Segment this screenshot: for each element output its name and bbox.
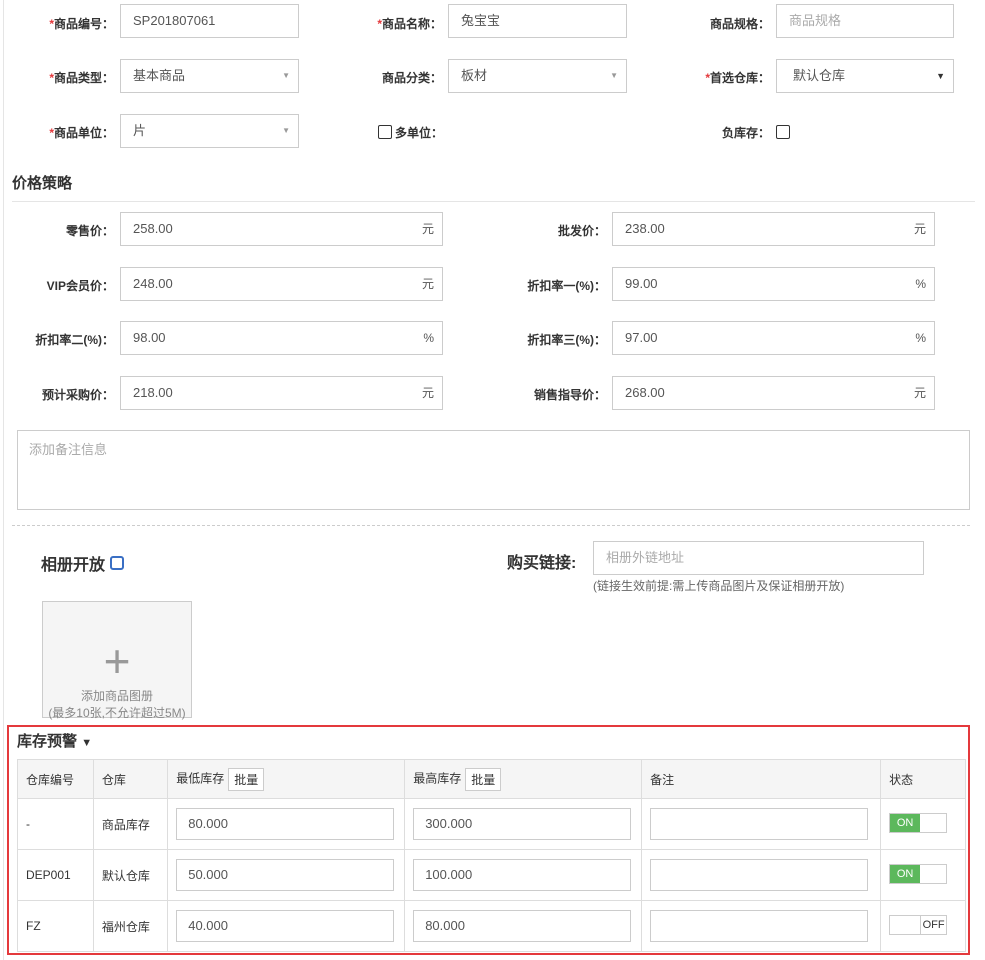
album-open-label: 相册开放	[41, 557, 106, 574]
type-select[interactable]: 基本商品 ▼	[120, 59, 299, 93]
page-left-border	[3, 0, 4, 960]
unit-label: *商品单位：	[49, 126, 114, 140]
type-label: *商品类型：	[49, 71, 114, 85]
warehouse-select[interactable]: 默认仓库 ▼	[776, 59, 954, 93]
toggle-on-label: ON	[890, 864, 921, 883]
chevron-down-icon: ▼	[936, 71, 945, 81]
row-code: FZ	[17, 900, 94, 952]
col-warehouse: 仓库	[92, 759, 169, 799]
guide-price-label: 销售指导价：	[533, 388, 606, 402]
wholesale-price-input[interactable]: 238.00 元	[612, 212, 935, 246]
album-upload-box[interactable]: + 添加商品图册 (最多10张,不允许超过5M)	[42, 601, 192, 720]
discount1-label: 折扣率一(%)：	[527, 279, 606, 293]
plus-icon: +	[103, 635, 131, 687]
caret-down-icon: ▼	[81, 737, 93, 749]
col-status: 状态	[880, 759, 966, 799]
row-warehouse: 商品库存	[92, 798, 169, 850]
retail-label: 零售价：	[65, 224, 114, 238]
discount3-label: 折扣率三(%)：	[527, 333, 606, 347]
upload-limit: (最多10张,不允许超过5M)	[48, 706, 186, 720]
remark-input[interactable]	[650, 808, 869, 840]
remark-textarea[interactable]: 添加备注信息	[17, 430, 970, 510]
buy-link-input[interactable]: 相册外链地址	[593, 541, 924, 575]
row-warehouse: 默认仓库	[92, 849, 169, 901]
spec-input[interactable]: 商品规格	[776, 4, 954, 38]
table-row: - 商品库存 80.000 300.000 ON	[17, 798, 966, 850]
row-code: DEP001	[17, 849, 94, 901]
discount2-label: 折扣率二(%)：	[35, 333, 114, 347]
wholesale-label: 批发价：	[557, 224, 606, 238]
max-stock-input[interactable]: 100.000	[413, 859, 632, 891]
col-remark: 备注	[641, 759, 882, 799]
row-code: -	[17, 798, 94, 850]
upload-label: 添加商品图册	[80, 689, 153, 703]
table-header-row: 仓库编号 仓库 最低库存 批量 最高库存 批量 备注 状态	[17, 759, 966, 799]
max-stock-input[interactable]: 300.000	[413, 808, 632, 840]
album-divider	[12, 525, 970, 526]
max-stock-input[interactable]: 80.000	[413, 910, 632, 942]
chevron-down-icon: ▼	[282, 71, 290, 80]
status-toggle[interactable]: OFF	[889, 914, 948, 935]
stock-warning-title[interactable]: 库存预警 ▼	[17, 730, 92, 751]
discount1-input[interactable]: 99.00%	[612, 267, 935, 301]
toggle-off-label: OFF	[920, 915, 947, 934]
remark-input[interactable]	[650, 910, 869, 942]
chevron-down-icon: ▼	[610, 71, 618, 80]
vip-price-input[interactable]: 248.00 元	[120, 267, 443, 301]
album-open-checkbox[interactable]	[110, 554, 124, 570]
warehouse-label: *首选仓库：	[705, 71, 770, 85]
guide-price-input[interactable]: 268.00 元	[612, 376, 935, 410]
table-row: FZ 福州仓库 40.000 80.000 OFF	[17, 900, 966, 952]
col-max-stock: 最高库存 批量	[404, 759, 643, 799]
chevron-down-icon: ▼	[282, 126, 290, 135]
multi-unit-checkbox[interactable]	[378, 123, 392, 139]
max-batch-button[interactable]: 批量	[465, 767, 502, 791]
min-stock-input[interactable]: 80.000	[176, 808, 395, 840]
multi-unit-label: 多单位：	[395, 126, 444, 140]
discount3-input[interactable]: 97.00%	[612, 321, 935, 355]
min-stock-input[interactable]: 40.000	[176, 910, 395, 942]
table-row: DEP001 默认仓库 50.000 100.000 ON	[17, 849, 966, 901]
code-label: *商品编号：	[49, 17, 114, 31]
min-batch-button[interactable]: 批量	[228, 767, 265, 791]
row-warehouse: 福州仓库	[92, 900, 169, 952]
category-label: 商品分类：	[381, 71, 442, 85]
negative-stock-label: 负库存：	[721, 126, 770, 140]
pricing-divider	[12, 201, 975, 202]
name-label: *商品名称：	[377, 17, 442, 31]
toggle-on-label: ON	[890, 813, 921, 832]
code-input[interactable]: SP201807061	[120, 4, 299, 38]
unit-select[interactable]: 片 ▼	[120, 114, 299, 148]
pricing-title: 价格策略	[12, 175, 73, 192]
discount2-input[interactable]: 98.00%	[120, 321, 443, 355]
purchase-label: 预计采购价：	[41, 388, 114, 402]
stock-warning-table: 仓库编号 仓库 最低库存 批量 最高库存 批量 备注 状态 - 商品库存 80.00…	[17, 759, 966, 952]
retail-price-input[interactable]: 258.00 元	[120, 212, 443, 246]
purchase-price-input[interactable]: 218.00 元	[120, 376, 443, 410]
min-stock-input[interactable]: 50.000	[176, 859, 395, 891]
buy-link-label: 购买链接:	[507, 555, 577, 572]
spec-label: 商品规格：	[709, 17, 770, 31]
buy-link-hint: (链接生效前提:需上传商品图片及保证相册开放)	[593, 579, 845, 593]
remark-input[interactable]	[650, 859, 869, 891]
status-toggle[interactable]: ON	[889, 812, 948, 833]
col-min-stock: 最低库存 批量	[167, 759, 406, 799]
vip-label: VIP会员价：	[46, 279, 114, 293]
name-input[interactable]: 兔宝宝	[448, 4, 627, 38]
category-select[interactable]: 板材 ▼	[448, 59, 627, 93]
status-toggle[interactable]: ON	[889, 863, 948, 884]
col-warehouse-code: 仓库编号	[17, 759, 94, 799]
negative-stock-checkbox[interactable]	[776, 123, 790, 139]
